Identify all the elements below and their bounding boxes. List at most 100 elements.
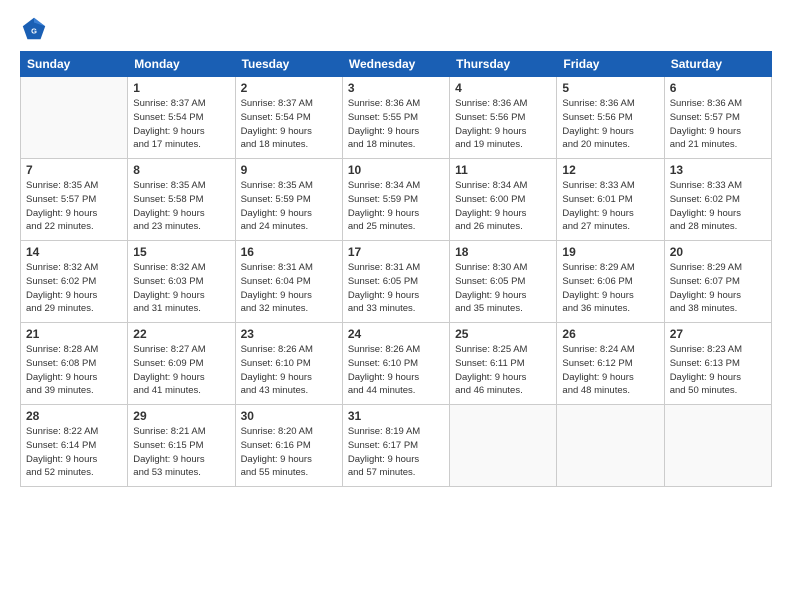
week-row-4: 28 Sunrise: 8:22 AMSunset: 6:14 PMDayligh… bbox=[21, 405, 772, 487]
weekday-monday: Monday bbox=[128, 52, 235, 77]
day-info: Sunrise: 8:37 AMSunset: 5:54 PMDaylight:… bbox=[133, 97, 229, 152]
day-info: Sunrise: 8:19 AMSunset: 6:17 PMDaylight:… bbox=[348, 425, 444, 480]
day-number: 16 bbox=[241, 245, 337, 259]
day-info: Sunrise: 8:31 AMSunset: 6:05 PMDaylight:… bbox=[348, 261, 444, 316]
day-info: Sunrise: 8:22 AMSunset: 6:14 PMDaylight:… bbox=[26, 425, 122, 480]
day-cell: 5 Sunrise: 8:36 AMSunset: 5:56 PMDaylight… bbox=[557, 77, 664, 159]
day-cell: 4Sunrise: 8:36 AMSunset: 5:56 PMDaylight… bbox=[450, 77, 557, 159]
day-cell: 20Sunrise: 8:29 AMSunset: 6:07 PMDayligh… bbox=[664, 241, 771, 323]
day-number: 11 bbox=[455, 163, 551, 177]
svg-text:G: G bbox=[31, 27, 37, 36]
day-number: 5 bbox=[562, 81, 658, 95]
week-row-1: 7 Sunrise: 8:35 AMSunset: 5:57 PMDaylight… bbox=[21, 159, 772, 241]
day-cell: 18 Sunrise: 8:30 AMSunset: 6:05 PMDayligh… bbox=[450, 241, 557, 323]
day-number: 13 bbox=[670, 163, 766, 177]
day-number: 24 bbox=[348, 327, 444, 341]
weekday-sunday: Sunday bbox=[21, 52, 128, 77]
week-row-3: 21Sunrise: 8:28 AMSunset: 6:08 PMDayligh… bbox=[21, 323, 772, 405]
day-number: 31 bbox=[348, 409, 444, 423]
day-number: 2 bbox=[241, 81, 337, 95]
day-info: Sunrise: 8:33 AMSunset: 6:02 PMDaylight:… bbox=[670, 179, 766, 234]
day-number: 29 bbox=[133, 409, 229, 423]
day-number: 6 bbox=[670, 81, 766, 95]
day-cell: 17 Sunrise: 8:31 AMSunset: 6:05 PMDayligh… bbox=[342, 241, 449, 323]
day-info: Sunrise: 8:37 AMSunset: 5:54 PMDaylight:… bbox=[241, 97, 337, 152]
day-number: 22 bbox=[133, 327, 229, 341]
day-info: Sunrise: 8:25 AMSunset: 6:11 PMDaylight:… bbox=[455, 343, 551, 398]
day-number: 18 bbox=[455, 245, 551, 259]
day-number: 10 bbox=[348, 163, 444, 177]
day-info: Sunrise: 8:36 AMSunset: 5:55 PMDaylight:… bbox=[348, 97, 444, 152]
logo-icon: G bbox=[20, 15, 48, 43]
day-number: 19 bbox=[562, 245, 658, 259]
day-cell: 31 Sunrise: 8:19 AMSunset: 6:17 PMDayligh… bbox=[342, 405, 449, 487]
day-cell bbox=[450, 405, 557, 487]
day-info: Sunrise: 8:35 AMSunset: 5:57 PMDaylight:… bbox=[26, 179, 122, 234]
day-cell: 7 Sunrise: 8:35 AMSunset: 5:57 PMDaylight… bbox=[21, 159, 128, 241]
day-number: 8 bbox=[133, 163, 229, 177]
day-number: 20 bbox=[670, 245, 766, 259]
day-info: Sunrise: 8:36 AMSunset: 5:57 PMDaylight:… bbox=[670, 97, 766, 152]
day-number: 17 bbox=[348, 245, 444, 259]
day-info: Sunrise: 8:24 AMSunset: 6:12 PMDaylight:… bbox=[562, 343, 658, 398]
day-cell: 29 Sunrise: 8:21 AMSunset: 6:15 PMDayligh… bbox=[128, 405, 235, 487]
day-cell: 30 Sunrise: 8:20 AMSunset: 6:16 PMDayligh… bbox=[235, 405, 342, 487]
day-info: Sunrise: 8:27 AMSunset: 6:09 PMDaylight:… bbox=[133, 343, 229, 398]
day-cell: 19 Sunrise: 8:29 AMSunset: 6:06 PMDayligh… bbox=[557, 241, 664, 323]
day-cell: 1 Sunrise: 8:37 AMSunset: 5:54 PMDaylight… bbox=[128, 77, 235, 159]
week-row-2: 14 Sunrise: 8:32 AMSunset: 6:02 PMDayligh… bbox=[21, 241, 772, 323]
day-info: Sunrise: 8:20 AMSunset: 6:16 PMDaylight:… bbox=[241, 425, 337, 480]
day-info: Sunrise: 8:23 AMSunset: 6:13 PMDaylight:… bbox=[670, 343, 766, 398]
weekday-thursday: Thursday bbox=[450, 52, 557, 77]
day-cell: 6 Sunrise: 8:36 AMSunset: 5:57 PMDaylight… bbox=[664, 77, 771, 159]
day-cell: 26 Sunrise: 8:24 AMSunset: 6:12 PMDayligh… bbox=[557, 323, 664, 405]
day-number: 7 bbox=[26, 163, 122, 177]
day-info: Sunrise: 8:21 AMSunset: 6:15 PMDaylight:… bbox=[133, 425, 229, 480]
day-info: Sunrise: 8:32 AMSunset: 6:02 PMDaylight:… bbox=[26, 261, 122, 316]
day-info: Sunrise: 8:26 AMSunset: 6:10 PMDaylight:… bbox=[348, 343, 444, 398]
day-cell: 11 Sunrise: 8:34 AMSunset: 6:00 PMDayligh… bbox=[450, 159, 557, 241]
weekday-friday: Friday bbox=[557, 52, 664, 77]
day-cell: 2 Sunrise: 8:37 AMSunset: 5:54 PMDaylight… bbox=[235, 77, 342, 159]
day-cell: 22 Sunrise: 8:27 AMSunset: 6:09 PMDayligh… bbox=[128, 323, 235, 405]
day-number: 9 bbox=[241, 163, 337, 177]
day-cell: 9 Sunrise: 8:35 AMSunset: 5:59 PMDaylight… bbox=[235, 159, 342, 241]
day-number: 26 bbox=[562, 327, 658, 341]
day-number: 15 bbox=[133, 245, 229, 259]
day-cell bbox=[664, 405, 771, 487]
day-number: 28 bbox=[26, 409, 122, 423]
day-number: 23 bbox=[241, 327, 337, 341]
weekday-wednesday: Wednesday bbox=[342, 52, 449, 77]
page: G SundayMondayTuesdayWednesdayThursdayFr… bbox=[0, 0, 792, 612]
logo: G bbox=[20, 15, 52, 43]
day-info: Sunrise: 8:34 AMSunset: 6:00 PMDaylight:… bbox=[455, 179, 551, 234]
weekday-tuesday: Tuesday bbox=[235, 52, 342, 77]
day-cell bbox=[557, 405, 664, 487]
day-cell: 10 Sunrise: 8:34 AMSunset: 5:59 PMDayligh… bbox=[342, 159, 449, 241]
day-number: 1 bbox=[133, 81, 229, 95]
day-number: 14 bbox=[26, 245, 122, 259]
day-info: Sunrise: 8:31 AMSunset: 6:04 PMDaylight:… bbox=[241, 261, 337, 316]
day-cell: 14 Sunrise: 8:32 AMSunset: 6:02 PMDayligh… bbox=[21, 241, 128, 323]
day-cell: 24 Sunrise: 8:26 AMSunset: 6:10 PMDayligh… bbox=[342, 323, 449, 405]
day-info: Sunrise: 8:26 AMSunset: 6:10 PMDaylight:… bbox=[241, 343, 337, 398]
header: G bbox=[20, 15, 772, 43]
day-info: Sunrise: 8:34 AMSunset: 5:59 PMDaylight:… bbox=[348, 179, 444, 234]
day-cell: 8Sunrise: 8:35 AMSunset: 5:58 PMDaylight… bbox=[128, 159, 235, 241]
day-info: Sunrise: 8:35 AMSunset: 5:59 PMDaylight:… bbox=[241, 179, 337, 234]
day-cell: 28 Sunrise: 8:22 AMSunset: 6:14 PMDayligh… bbox=[21, 405, 128, 487]
weekday-saturday: Saturday bbox=[664, 52, 771, 77]
weekday-header-row: SundayMondayTuesdayWednesdayThursdayFrid… bbox=[21, 52, 772, 77]
day-cell: 21Sunrise: 8:28 AMSunset: 6:08 PMDayligh… bbox=[21, 323, 128, 405]
week-row-0: 1 Sunrise: 8:37 AMSunset: 5:54 PMDaylight… bbox=[21, 77, 772, 159]
day-number: 30 bbox=[241, 409, 337, 423]
day-cell: 23 Sunrise: 8:26 AMSunset: 6:10 PMDayligh… bbox=[235, 323, 342, 405]
day-info: Sunrise: 8:36 AMSunset: 5:56 PMDaylight:… bbox=[562, 97, 658, 152]
day-info: Sunrise: 8:29 AMSunset: 6:06 PMDaylight:… bbox=[562, 261, 658, 316]
day-number: 27 bbox=[670, 327, 766, 341]
day-cell: 12Sunrise: 8:33 AMSunset: 6:01 PMDayligh… bbox=[557, 159, 664, 241]
day-cell bbox=[21, 77, 128, 159]
day-info: Sunrise: 8:30 AMSunset: 6:05 PMDaylight:… bbox=[455, 261, 551, 316]
day-number: 12 bbox=[562, 163, 658, 177]
day-number: 3 bbox=[348, 81, 444, 95]
